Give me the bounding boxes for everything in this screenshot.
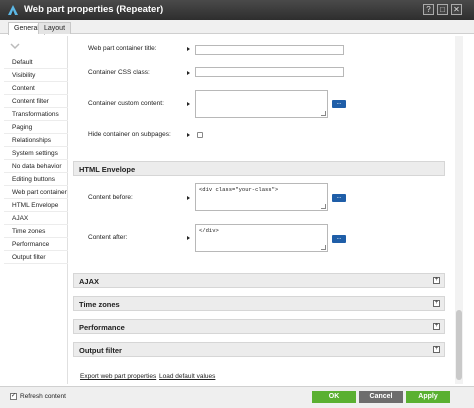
performance-title: Performance xyxy=(79,323,125,332)
hide-container-label: Hide container on subpages: xyxy=(88,131,171,138)
arrow-right-icon xyxy=(187,196,190,200)
sidebar-item-paging[interactable]: Paging xyxy=(4,121,68,134)
sidebar-item-content-filter[interactable]: Content filter xyxy=(4,95,68,108)
output-filter-title: Output filter xyxy=(79,346,122,355)
tab-strip: General Layout xyxy=(0,20,474,35)
performance-section[interactable]: Performance + xyxy=(73,319,445,334)
sidebar-item-content[interactable]: Content xyxy=(4,82,68,95)
arrow-right-icon xyxy=(187,71,190,75)
content-after-label: Content after: xyxy=(88,234,128,241)
load-defaults-link[interactable]: Load default values xyxy=(159,373,215,380)
expand-plus-icon[interactable]: + xyxy=(433,277,440,284)
sidebar-item-relationships[interactable]: Relationships xyxy=(4,134,68,147)
sidebar-item-time-zones[interactable]: Time zones xyxy=(4,225,68,238)
sidebar-item-no-data-behavior[interactable]: No data behavior xyxy=(4,160,68,173)
content-before-textarea[interactable]: <div class="your-class"> xyxy=(195,183,328,211)
time-zones-title: Time zones xyxy=(79,300,120,309)
sidebar-item-html-envelope[interactable]: HTML Envelope xyxy=(4,199,68,212)
close-icon[interactable]: ✕ xyxy=(451,4,462,15)
refresh-content-checkbox[interactable]: ✓ xyxy=(10,393,17,400)
sidebar-item-default[interactable]: Default xyxy=(4,56,68,69)
expand-plus-icon[interactable]: + xyxy=(433,300,440,307)
container-custom-textarea[interactable] xyxy=(195,90,328,118)
tab-layout[interactable]: Layout xyxy=(38,22,72,34)
content-before-edit-button[interactable]: ... xyxy=(332,194,346,202)
arrow-right-icon xyxy=(187,47,190,51)
ajax-title: AJAX xyxy=(79,277,100,286)
time-zones-section[interactable]: Time zones + xyxy=(73,296,445,311)
ok-button[interactable]: OK xyxy=(312,391,356,403)
sidebar-item-editing-buttons[interactable]: Editing buttons xyxy=(4,173,68,186)
sidebar-item-web-part-container[interactable]: Web part container xyxy=(4,186,68,199)
content-after-textarea[interactable]: </div> xyxy=(195,224,328,252)
container-custom-edit-button[interactable]: ... xyxy=(332,100,346,108)
container-css-label: Container CSS class: xyxy=(88,69,150,76)
cancel-button[interactable]: Cancel xyxy=(359,391,403,403)
properties-panel: Web part container title: Container CSS … xyxy=(70,36,454,384)
dialog-footer: ✓ Refresh content OK Cancel Apply xyxy=(0,386,474,408)
sidebar-item-ajax[interactable]: AJAX xyxy=(4,212,68,225)
sidebar-item-transformations[interactable]: Transformations xyxy=(4,108,68,121)
container-custom-label: Container custom content: xyxy=(88,100,164,107)
category-sidebar: Default Visibility Content Content filte… xyxy=(4,36,68,384)
sidebar-item-performance[interactable]: Performance xyxy=(4,238,68,251)
scrollbar-thumb[interactable] xyxy=(456,310,462,380)
container-title-label: Web part container title: xyxy=(88,45,157,52)
title-bar: Web part properties (Repeater) ? □ ✕ xyxy=(0,0,474,20)
content-before-label: Content before: xyxy=(88,194,133,201)
apply-button[interactable]: Apply xyxy=(406,391,450,403)
arrow-right-icon xyxy=(187,102,190,106)
maximize-icon[interactable]: □ xyxy=(437,4,448,15)
help-icon[interactable]: ? xyxy=(423,4,434,15)
content-after-edit-button[interactable]: ... xyxy=(332,235,346,243)
chevron-down-icon[interactable] xyxy=(10,42,20,50)
output-filter-section[interactable]: Output filter + xyxy=(73,342,445,357)
expand-plus-icon[interactable]: + xyxy=(433,346,440,353)
sidebar-item-visibility[interactable]: Visibility xyxy=(4,69,68,82)
sidebar-item-system-settings[interactable]: System settings xyxy=(4,147,68,160)
html-envelope-title: HTML Envelope xyxy=(79,165,136,174)
sidebar-item-output-filter[interactable]: Output filter xyxy=(4,251,68,264)
expand-plus-icon[interactable]: + xyxy=(433,323,440,330)
arrow-right-icon xyxy=(187,236,190,240)
ajax-section[interactable]: AJAX + xyxy=(73,273,445,288)
vertical-scrollbar[interactable] xyxy=(455,36,463,384)
refresh-content-label: Refresh content xyxy=(20,393,66,400)
container-title-input[interactable] xyxy=(195,45,344,55)
window-title: Web part properties (Repeater) xyxy=(24,4,164,15)
hide-container-checkbox[interactable] xyxy=(197,132,203,138)
html-envelope-header[interactable]: HTML Envelope xyxy=(73,161,445,176)
kentico-logo-icon xyxy=(8,5,18,15)
container-css-input[interactable] xyxy=(195,67,344,77)
arrow-right-icon xyxy=(187,133,190,137)
export-properties-link[interactable]: Export web part properties xyxy=(80,373,156,380)
